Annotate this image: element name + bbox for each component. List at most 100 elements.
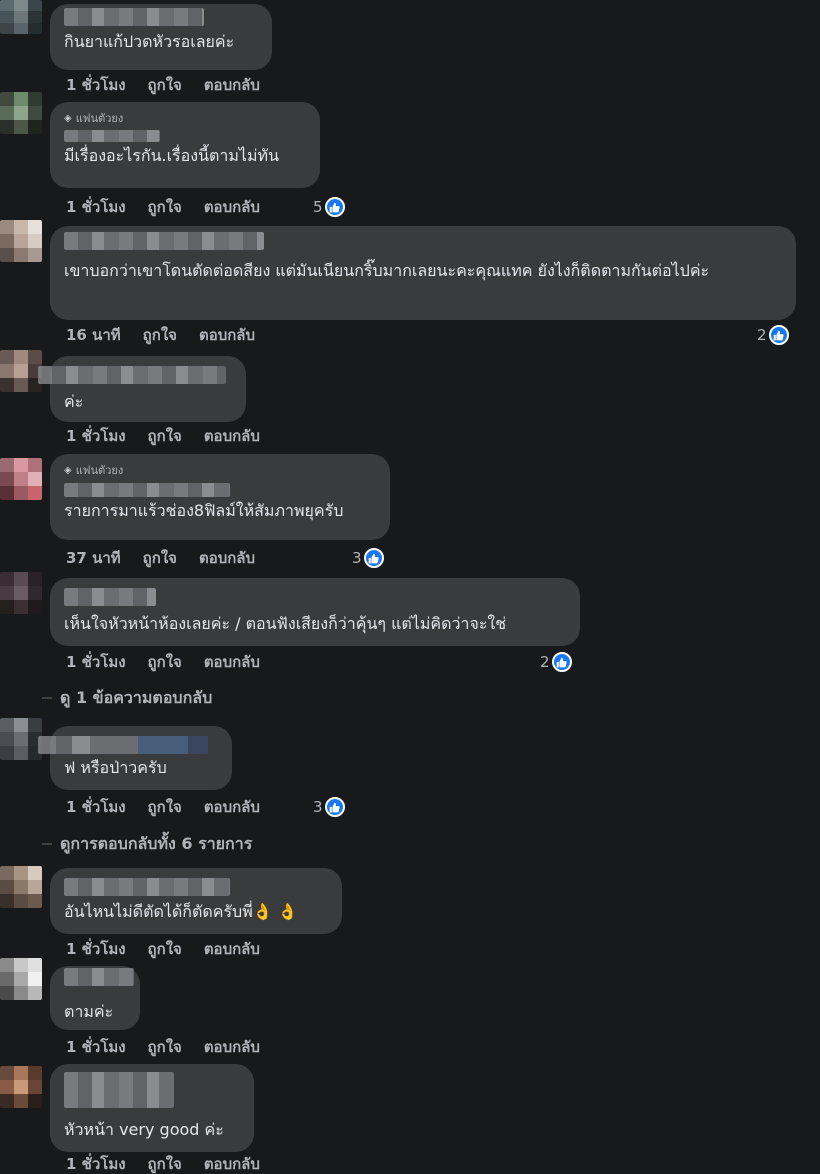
comment-time[interactable]: 1 ชั่วโมง bbox=[66, 797, 126, 817]
commenter-name-blurred[interactable] bbox=[64, 8, 204, 26]
like-action[interactable]: ถูกใจ bbox=[148, 1037, 182, 1057]
comment-bubble: ◈ แฟนตัวยง รายการมาแร้วช่อง8ฟิลม์ให้สัมภา… bbox=[50, 454, 390, 540]
thumbs-up-icon bbox=[324, 797, 345, 817]
reply-action[interactable]: ตอบกลับ bbox=[204, 75, 260, 95]
reaction-count[interactable]: 3 bbox=[352, 547, 384, 569]
thumbs-up-icon bbox=[551, 652, 572, 672]
reaction-count[interactable]: 3 bbox=[313, 796, 345, 818]
view-replies-label: ดู 1 ข้อความตอบกลับ bbox=[60, 687, 213, 707]
comment-actions: 1 ชั่วโมง ถูกใจ ตอบกลับ bbox=[66, 197, 260, 217]
avatar[interactable] bbox=[0, 220, 42, 262]
commenter-name-blurred[interactable] bbox=[38, 736, 208, 754]
thread-connector bbox=[42, 843, 52, 845]
comment-actions: 1 ชั่วโมง ถูกใจ ตอบกลับ bbox=[66, 652, 260, 672]
avatar[interactable] bbox=[0, 92, 42, 134]
comment-text: ตามค่ะ bbox=[64, 1002, 114, 1021]
avatar[interactable] bbox=[0, 572, 42, 614]
comment-actions: 1 ชั่วโมง ถูกใจ ตอบกลับ bbox=[66, 75, 260, 95]
reaction-number: 2 bbox=[757, 326, 767, 344]
avatar[interactable] bbox=[0, 0, 42, 34]
avatar[interactable] bbox=[0, 350, 42, 392]
comment-bubble: หัวหน้า very good ค่ะ bbox=[50, 1064, 254, 1152]
like-action[interactable]: ถูกใจ bbox=[148, 426, 182, 446]
reaction-number: 3 bbox=[313, 798, 323, 816]
comment-bubble: เห็นใจหัวหน้าห้องเลยค่ะ / ตอนฟังเสียงก็ว… bbox=[50, 578, 580, 646]
avatar[interactable] bbox=[0, 958, 42, 1000]
reaction-number: 2 bbox=[540, 653, 550, 671]
like-action[interactable]: ถูกใจ bbox=[143, 325, 177, 345]
reply-action[interactable]: ตอบกลับ bbox=[199, 548, 255, 568]
like-action[interactable]: ถูกใจ bbox=[148, 939, 182, 959]
diamond-icon: ◈ bbox=[64, 113, 72, 124]
comment-time[interactable]: 37 นาที bbox=[66, 548, 121, 568]
comment-bubble: ค่ะ bbox=[38, 356, 246, 422]
diamond-icon: ◈ bbox=[64, 465, 72, 476]
comment-bubble: เขาบอกว่าเขาโดนตัดต่อดสียง แต่มันเนียนกร… bbox=[50, 226, 796, 320]
comment-bubble: ฟ หรือป่าวครับ bbox=[38, 726, 232, 790]
avatar[interactable] bbox=[0, 718, 42, 760]
like-action[interactable]: ถูกใจ bbox=[148, 652, 182, 672]
comment-time[interactable]: 16 นาที bbox=[66, 325, 121, 345]
comment-text: มีเรื่องอะไรกัน.เรื่องนี้ตามไม่ทัน bbox=[64, 146, 280, 165]
reaction-number: 5 bbox=[313, 198, 323, 216]
reaction-count[interactable]: 5 bbox=[313, 196, 345, 218]
reply-action[interactable]: ตอบกลับ bbox=[199, 325, 255, 345]
like-action[interactable]: ถูกใจ bbox=[148, 797, 182, 817]
comment-text: เขาบอกว่าเขาโดนตัดต่อดสียง แต่มันเนียนกร… bbox=[64, 261, 710, 280]
view-replies-label: ดูการตอบกลับทั้ง 6 รายการ bbox=[60, 833, 253, 853]
thread-connector bbox=[42, 697, 52, 699]
comment-time[interactable]: 1 ชั่วโมง bbox=[66, 197, 126, 217]
commenter-name-blurred[interactable] bbox=[64, 878, 230, 896]
avatar[interactable] bbox=[0, 866, 42, 908]
commenter-name-blurred[interactable] bbox=[38, 366, 226, 384]
comment-time[interactable]: 1 ชั่วโมง bbox=[66, 1037, 126, 1057]
like-action[interactable]: ถูกใจ bbox=[148, 1154, 182, 1174]
comment-time[interactable]: 1 ชั่วโมง bbox=[66, 939, 126, 959]
commenter-name-blurred[interactable] bbox=[64, 1072, 174, 1108]
thumbs-up-icon bbox=[363, 548, 384, 568]
comment-time[interactable]: 1 ชั่วโมง bbox=[66, 652, 126, 672]
comment-text: เห็นใจหัวหน้าห้องเลยค่ะ / ตอนฟังเสียงก็ว… bbox=[64, 614, 507, 633]
comment-time[interactable]: 1 ชั่วโมง bbox=[66, 75, 126, 95]
view-all-replies-link[interactable]: ดูการตอบกลับทั้ง 6 รายการ bbox=[42, 832, 252, 856]
reply-action[interactable]: ตอบกลับ bbox=[204, 652, 260, 672]
thumbs-up-icon bbox=[324, 197, 345, 217]
like-action[interactable]: ถูกใจ bbox=[143, 548, 177, 568]
comment-text-content: อันไหนไม่ดีตัดได้ก็ตัดครับพี่ bbox=[64, 902, 253, 921]
reply-action[interactable]: ตอบกลับ bbox=[204, 797, 260, 817]
reaction-count[interactable]: 2 bbox=[757, 324, 789, 346]
comment-text: รายการมาแร้วช่อง8ฟิลม์ให้สัมภาพยุครับ bbox=[64, 501, 344, 520]
reply-action[interactable]: ตอบกลับ bbox=[204, 939, 260, 959]
comment-actions: 1 ชั่วโมง ถูกใจ ตอบกลับ bbox=[66, 939, 260, 959]
commenter-name-blurred[interactable] bbox=[64, 232, 264, 250]
comment-text: ฟ หรือป่าวครับ bbox=[64, 758, 167, 777]
fan-badge: ◈ แฟนตัวยง bbox=[64, 112, 306, 126]
commenter-name-blurred[interactable] bbox=[64, 130, 160, 142]
comment-bubble: กินยาแก้ปวดหัวรอเลยค่ะ bbox=[50, 4, 272, 70]
comment-text: กินยาแก้ปวดหัวรอเลยค่ะ bbox=[64, 32, 235, 51]
thumbs-up-icon bbox=[768, 325, 789, 345]
commenter-name-blurred[interactable] bbox=[64, 483, 230, 497]
reply-action[interactable]: ตอบกลับ bbox=[204, 426, 260, 446]
fan-badge-label: แฟนตัวยง bbox=[75, 112, 124, 125]
commenter-name-blurred[interactable] bbox=[64, 968, 134, 986]
reply-action[interactable]: ตอบกลับ bbox=[204, 197, 260, 217]
comment-time[interactable]: 1 ชั่วโมง bbox=[66, 426, 126, 446]
view-replies-link[interactable]: ดู 1 ข้อความตอบกลับ bbox=[42, 686, 212, 710]
reaction-number: 3 bbox=[352, 549, 362, 567]
like-action[interactable]: ถูกใจ bbox=[148, 75, 182, 95]
comment-actions: 1 ชั่วโมง ถูกใจ ตอบกลับ bbox=[66, 1154, 260, 1174]
commenter-name-blurred[interactable] bbox=[64, 588, 156, 606]
fan-badge-label: แฟนตัวยง bbox=[75, 464, 124, 477]
reply-action[interactable]: ตอบกลับ bbox=[204, 1037, 260, 1057]
ok-hand-emoji-icon: 👌 👌 bbox=[252, 902, 298, 921]
like-action[interactable]: ถูกใจ bbox=[148, 197, 182, 217]
comment-text: อันไหนไม่ดีตัดได้ก็ตัดครับพี่👌 👌 bbox=[64, 900, 328, 924]
comment-time[interactable]: 1 ชั่วโมง bbox=[66, 1154, 126, 1174]
reaction-count[interactable]: 2 bbox=[540, 651, 572, 673]
comment-actions: 1 ชั่วโมง ถูกใจ ตอบกลับ bbox=[66, 426, 260, 446]
comment-bubble: ตามค่ะ bbox=[50, 966, 140, 1030]
reply-action[interactable]: ตอบกลับ bbox=[204, 1154, 260, 1174]
avatar[interactable] bbox=[0, 1066, 42, 1108]
avatar[interactable] bbox=[0, 458, 42, 500]
